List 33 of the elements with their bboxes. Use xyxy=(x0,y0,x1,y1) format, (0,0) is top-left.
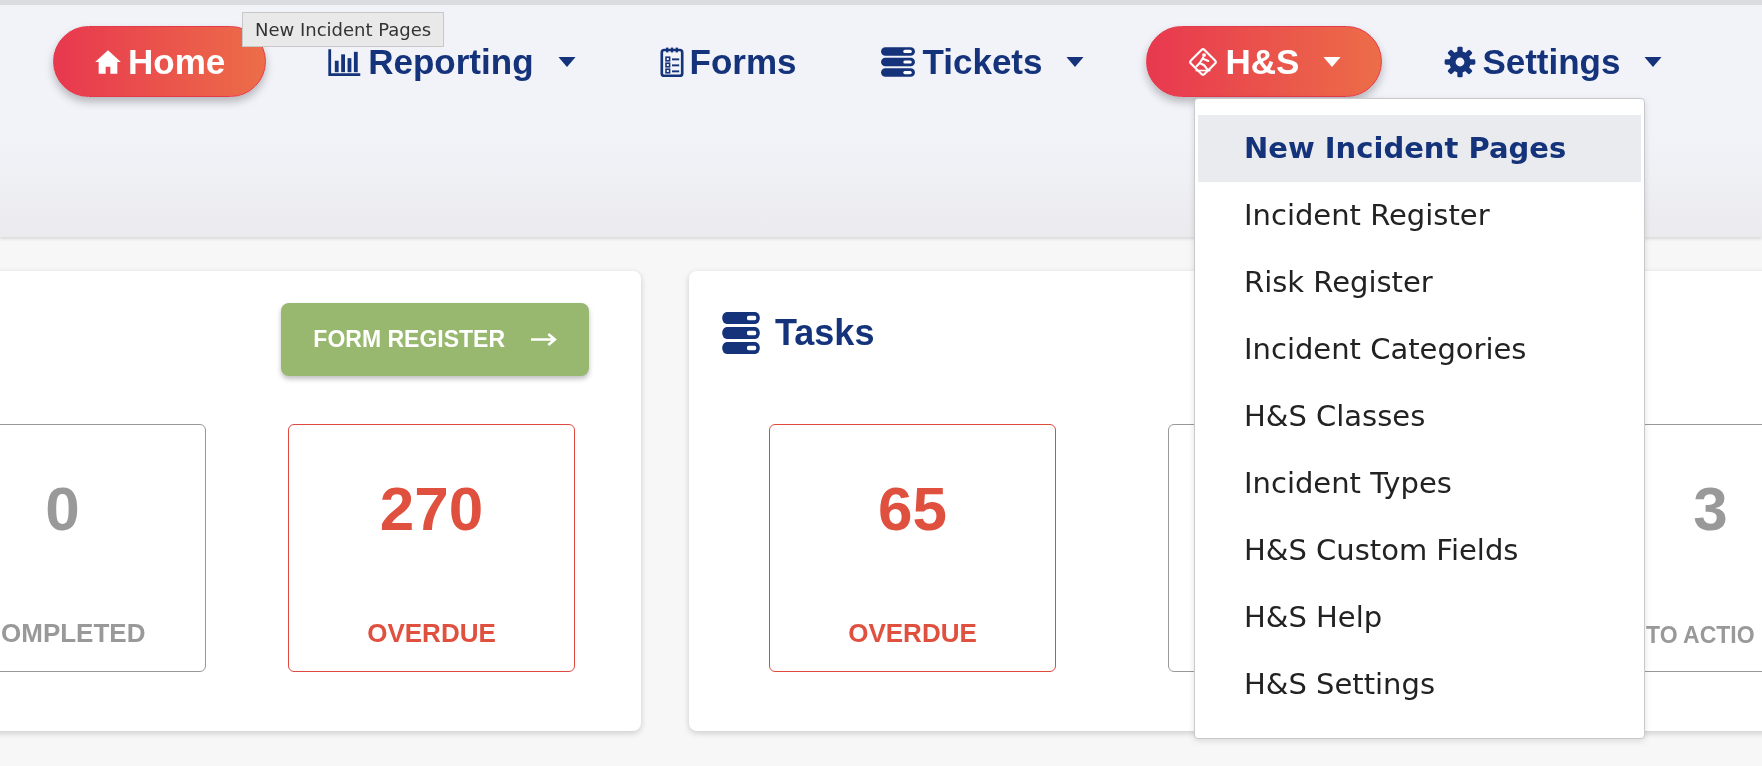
menu-item[interactable]: H&S Settings xyxy=(1198,651,1641,718)
card-title: Tasks xyxy=(775,312,875,354)
stat-label: OVERDUE xyxy=(367,618,496,649)
menu-item[interactable]: Incident Types xyxy=(1198,450,1641,517)
menu-item[interactable]: Incident Categories xyxy=(1198,316,1641,383)
bar-chart-icon xyxy=(328,47,363,76)
nav-item[interactable]: Tickets xyxy=(858,26,1107,97)
menu-item[interactable]: Risk Register xyxy=(1198,249,1641,316)
stat-box[interactable]: 270 OVERDUE xyxy=(288,424,575,672)
menu-item[interactable]: H&S Help xyxy=(1198,584,1641,651)
home-icon xyxy=(94,48,122,75)
nav-item[interactable]: Settings xyxy=(1422,26,1685,97)
stat-value: 0 xyxy=(45,473,80,544)
stat-box[interactable]: 65 OVERDUE xyxy=(769,424,1056,672)
menu-item[interactable]: Incident Register xyxy=(1198,182,1641,249)
stacked-bars-icon xyxy=(880,46,917,77)
stat-label: TO ACTIO xyxy=(1645,622,1755,649)
stat-value: 65 xyxy=(878,473,947,544)
tooltip: New Incident Pages xyxy=(242,12,445,47)
settings-icon xyxy=(1444,45,1477,78)
stat-label: OVERDUE xyxy=(848,618,977,649)
slip-hazard-icon xyxy=(1187,45,1220,78)
stat-label: OMPLETED xyxy=(0,618,146,649)
checklist-icon xyxy=(659,45,684,78)
stacked-bars-icon xyxy=(721,312,761,354)
arrow-right-icon xyxy=(531,333,557,346)
menu-item[interactable]: H&S Custom Fields xyxy=(1198,517,1641,584)
stat-value: 3 xyxy=(1693,473,1728,544)
stat-value: 270 xyxy=(379,473,484,544)
nav-item[interactable]: Forms xyxy=(637,26,819,97)
menu-item[interactable]: New Incident Pages xyxy=(1198,115,1641,182)
nav-item[interactable]: H&S xyxy=(1146,26,1383,97)
menu-item[interactable]: H&S Classes xyxy=(1198,383,1641,450)
